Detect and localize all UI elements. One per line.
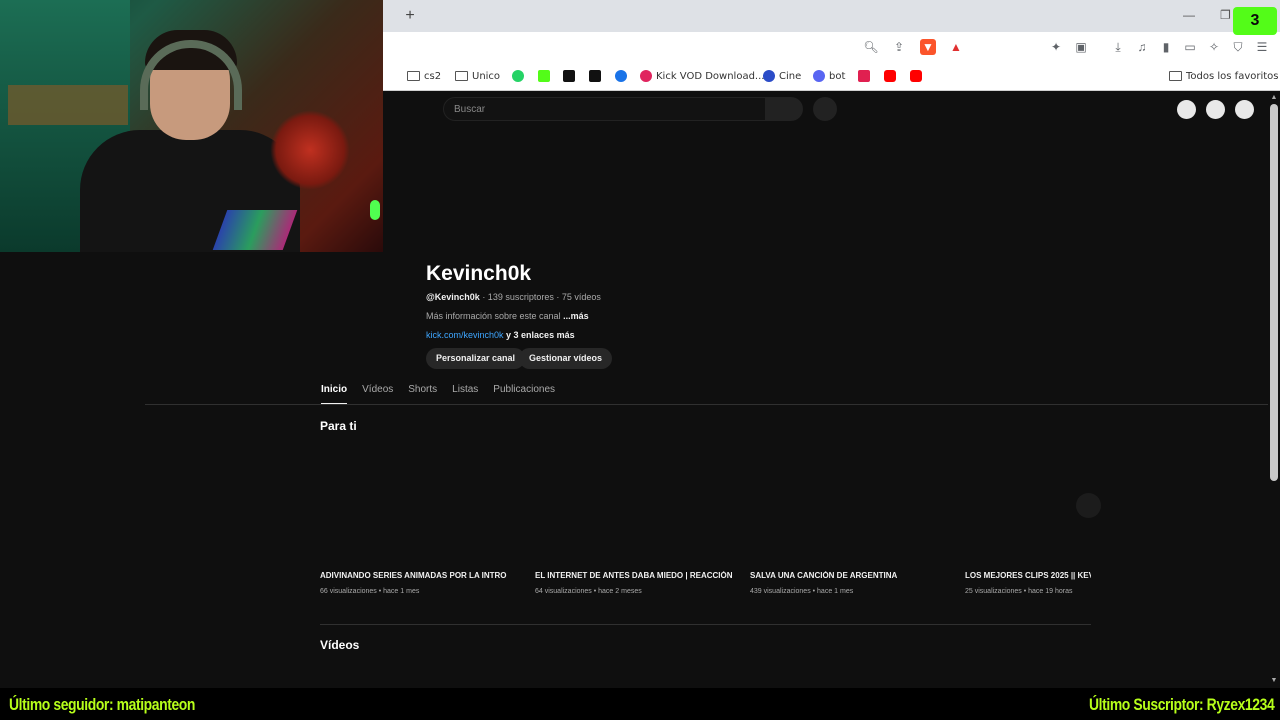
kick-vod-icon: [640, 70, 652, 82]
bookmark-kick-vod[interactable]: Kick VOD Download...: [640, 69, 764, 83]
media-icon[interactable]: ♫: [1134, 39, 1150, 55]
manage-videos-button[interactable]: Gestionar vídeos: [519, 348, 613, 369]
bookmark-unico[interactable]: Unico: [455, 69, 500, 83]
youtube-icon: [910, 70, 922, 82]
channel-tabs: Inicio Vídeos Shorts Listas Publicacione…: [321, 384, 555, 405]
sidebar-icon[interactable]: ▮: [1158, 39, 1174, 55]
bookmark-tiktok[interactable]: [563, 69, 575, 83]
wave-icon: [858, 70, 870, 82]
vpn-icon[interactable]: ⛉: [1230, 39, 1246, 55]
capcut-icon: [589, 70, 601, 82]
scroll-down-icon[interactable]: ▼: [1268, 676, 1280, 686]
tiktok-icon: [563, 70, 575, 82]
search-input[interactable]: Buscar: [443, 97, 766, 121]
kick-badge: 3: [1233, 7, 1277, 35]
customize-channel-button[interactable]: Personalizar canal: [426, 348, 526, 369]
bookmark-bot[interactable]: bot: [813, 69, 845, 83]
folder-icon: [455, 71, 468, 81]
extensions-icon[interactable]: ✦: [1048, 39, 1064, 55]
video-meta: 439 visualizaciones • hace 1 mes: [750, 588, 854, 595]
channel-name: Kevinch0k: [426, 262, 532, 285]
share-icon[interactable]: ⇪: [891, 39, 907, 55]
decoration: [270, 110, 350, 190]
leo-ai-icon[interactable]: ✧: [1206, 39, 1222, 55]
tab-listas[interactable]: Listas: [452, 384, 478, 404]
keyboard: [212, 210, 298, 250]
more-links[interactable]: y 3 enlaces más: [504, 330, 575, 340]
bookmark-cine[interactable]: Cine: [763, 69, 801, 83]
video-meta: 64 visualizaciones • hace 2 meses: [535, 588, 642, 595]
kick-link[interactable]: kick.com/kevinch0k: [426, 330, 504, 340]
youtube-icon: [884, 70, 896, 82]
wallet-icon[interactable]: ▭: [1182, 39, 1198, 55]
whatsapp-icon: [512, 70, 524, 82]
last-follower-label: Último seguidor: matipanteon: [9, 695, 196, 714]
menu-icon[interactable]: ☰: [1254, 39, 1270, 55]
zoom-icon[interactable]: 🔍︎: [863, 39, 879, 55]
tab-inicio[interactable]: Inicio: [321, 384, 348, 405]
discord-icon: [813, 70, 825, 82]
avatar[interactable]: [1235, 100, 1254, 119]
video-meta: 66 visualizaciones • hace 1 mes: [320, 588, 420, 595]
new-tab-button[interactable]: +: [402, 6, 418, 26]
minimize-icon[interactable]: —: [1183, 8, 1195, 22]
bookmark-capcut[interactable]: [589, 69, 601, 83]
restore-icon[interactable]: ❐: [1220, 8, 1231, 22]
scroll-up-icon[interactable]: ▲: [1268, 93, 1280, 103]
bookmark-wave[interactable]: [858, 69, 870, 83]
tab-publicaciones[interactable]: Publicaciones: [493, 384, 555, 404]
tab-search-icon[interactable]: ▣: [1073, 39, 1089, 55]
download-icon[interactable]: ⤓: [1110, 39, 1126, 55]
bookmark-youtube-2[interactable]: [910, 69, 922, 83]
folder-icon: [1169, 71, 1182, 81]
section-divider: [320, 624, 1091, 625]
bookmark-all-favorites[interactable]: Todos los favoritos: [1169, 69, 1279, 83]
bookmark-cs2[interactable]: cs2: [407, 69, 441, 83]
led-light: [370, 200, 380, 220]
webcam-overlay: [0, 0, 383, 252]
kick-icon: [538, 70, 550, 82]
voice-search-button[interactable]: [813, 97, 837, 121]
channel-links: kick.com/kevinch0k y 3 enlaces más: [426, 330, 575, 340]
bookmark-youtube-1[interactable]: [884, 69, 896, 83]
bookmark-kick[interactable]: [538, 69, 550, 83]
tab-videos[interactable]: Vídeos: [362, 384, 393, 404]
notifications-button[interactable]: [1206, 100, 1225, 119]
section-title-for-you: Para ti: [320, 419, 357, 433]
bookmark-site[interactable]: [615, 69, 627, 83]
brave-rewards-icon[interactable]: ▲: [948, 39, 964, 55]
folder-icon: [407, 71, 420, 81]
webcam-shelf: [8, 85, 128, 125]
channel-about[interactable]: Más información sobre este canal ...más: [426, 311, 589, 321]
tabs-divider: [145, 404, 1268, 405]
brave-shield-icon[interactable]: ▼: [920, 39, 936, 55]
video-title[interactable]: SALVA UNA CANCIÓN DE ARGENTINA: [750, 571, 955, 580]
about-more-link[interactable]: ...más: [563, 311, 589, 321]
search-button[interactable]: [765, 97, 803, 121]
tab-shorts[interactable]: Shorts: [408, 384, 437, 404]
video-title[interactable]: EL INTERNET DE ANTES DABA MIEDO | REACCI…: [535, 571, 740, 580]
video-meta: 25 visualizaciones • hace 19 horas: [965, 588, 1073, 595]
channel-meta: @Kevinch0k · 139 suscriptores · 75 vídeo…: [426, 292, 601, 302]
bookmark-whatsapp[interactable]: [512, 69, 524, 83]
create-button[interactable]: [1177, 100, 1196, 119]
site-icon: [615, 70, 627, 82]
channel-stats: · 139 suscriptores · 75 vídeos: [479, 292, 601, 302]
channel-handle: @Kevinch0k: [426, 292, 480, 302]
last-subscriber-label: Último Suscriptor: Ryzex1234: [1089, 695, 1275, 714]
video-title[interactable]: LOS MEJORES CLIPS 2025 || KEVINCH0K: [965, 571, 1091, 580]
section-title-videos: Vídeos: [320, 638, 360, 652]
cine-icon: [763, 70, 775, 82]
carousel-next-button[interactable]: [1076, 493, 1101, 518]
video-title[interactable]: ADIVINANDO SERIES ANIMADAS POR LA INTRO: [320, 571, 525, 580]
scrollbar-thumb[interactable]: [1270, 104, 1278, 481]
